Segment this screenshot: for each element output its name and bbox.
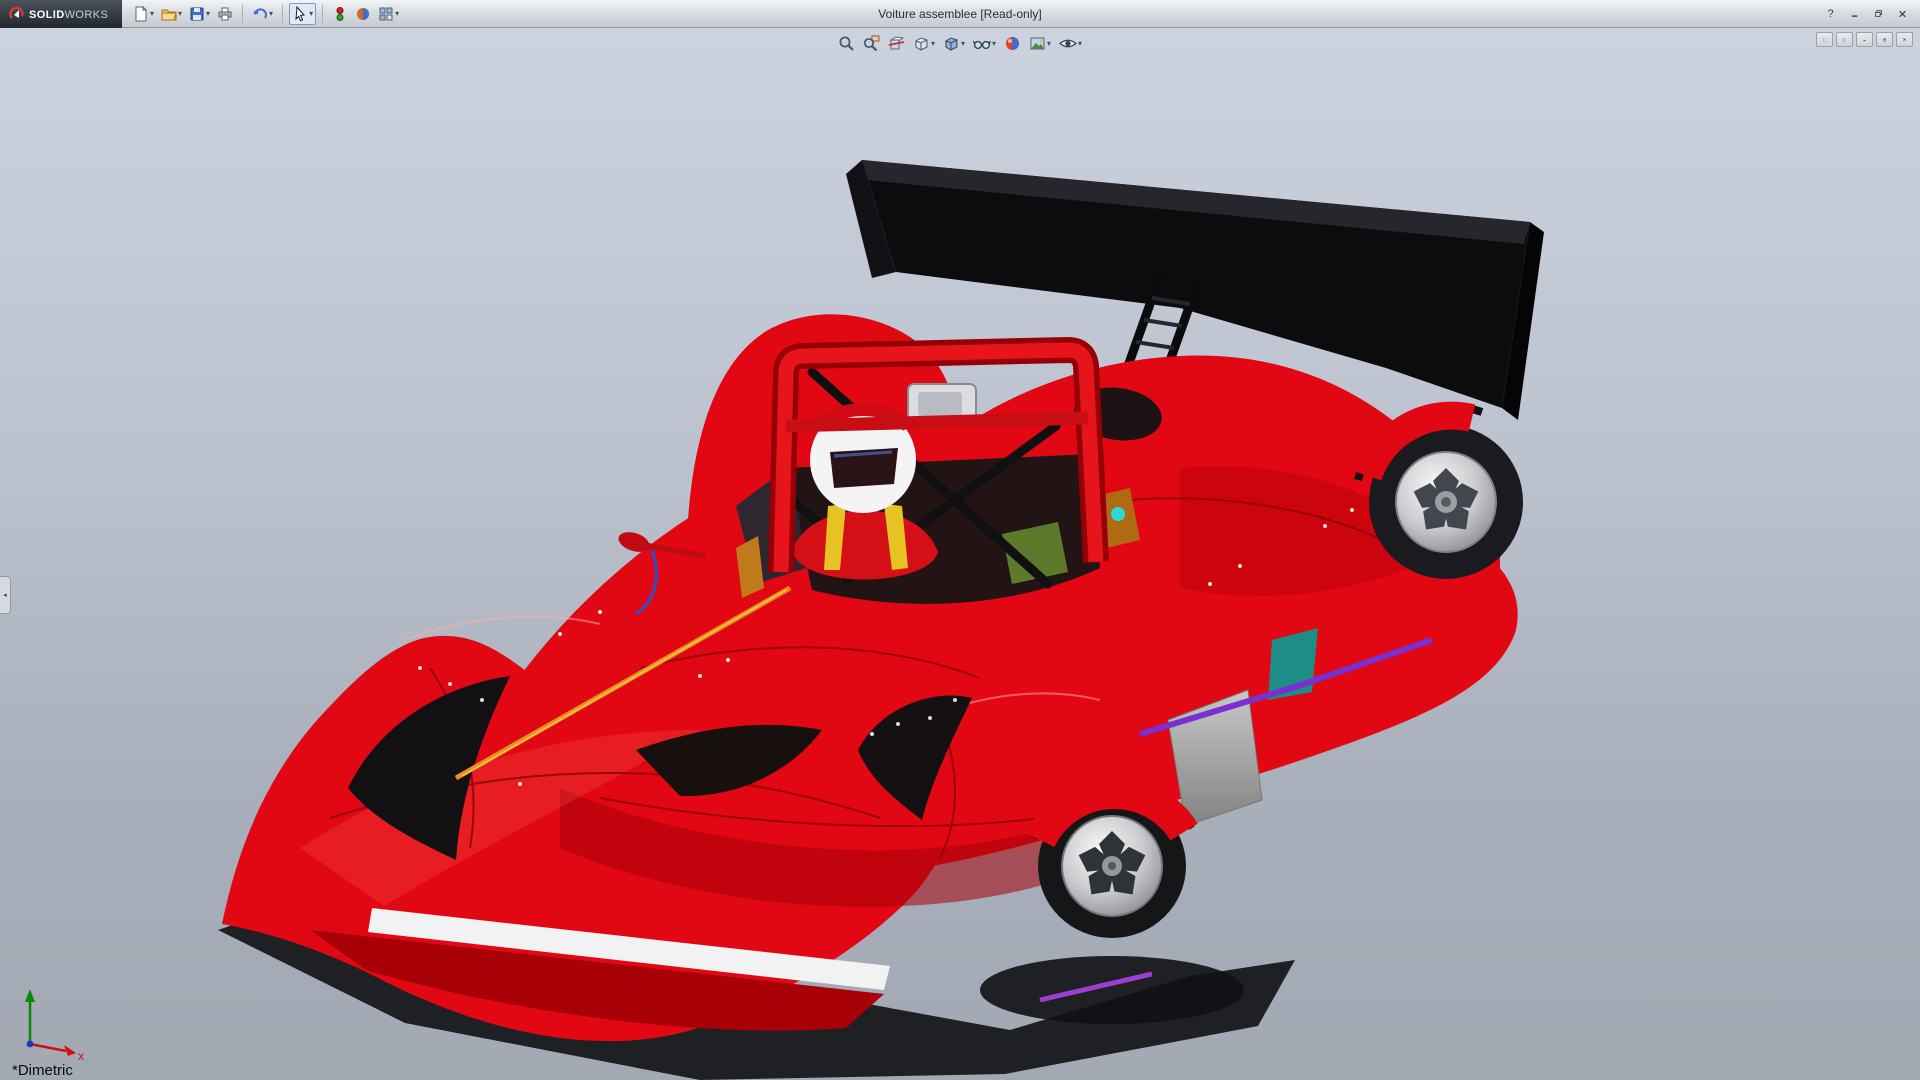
ds-logo-icon — [9, 6, 24, 21]
rear-left-wheel[interactable] — [1034, 786, 1192, 938]
section-view-button[interactable] — [885, 33, 908, 54]
grid-options-icon — [378, 6, 394, 22]
zoom-to-fit-button[interactable] — [835, 33, 858, 54]
brand-bold: SOLID — [29, 9, 65, 21]
restore-icon — [1875, 8, 1882, 19]
display-style-icon — [943, 35, 960, 52]
doc-icon-button-1[interactable] — [1816, 32, 1833, 47]
hide-show-items-button[interactable]: ▾ — [970, 33, 999, 54]
y-axis-arrow — [25, 989, 35, 1002]
title-bar: SOLIDWORKS ▾ ▾ ▾ — [0, 0, 1920, 28]
coordinate-triad: x — [16, 984, 94, 1064]
car-model-view[interactable] — [0, 28, 1920, 1080]
cyan-detail — [1111, 507, 1125, 521]
appearance-sphere-icon — [1004, 35, 1021, 52]
new-document-icon — [133, 6, 149, 22]
window-controls: ? — [1821, 5, 1920, 22]
rebuild-button[interactable] — [329, 3, 351, 25]
restore-button[interactable] — [1869, 5, 1888, 22]
main-toolbar: ▾ ▾ ▾ — [130, 3, 402, 25]
scene-icon — [1029, 35, 1046, 52]
select-cursor-icon — [292, 6, 308, 22]
view-cube-icon — [913, 35, 930, 52]
doc-minimize-button[interactable] — [1856, 32, 1873, 47]
document-icon — [1823, 35, 1826, 45]
undo-button[interactable]: ▾ — [249, 3, 276, 25]
print-icon — [217, 6, 233, 22]
glasses-icon — [973, 35, 991, 52]
apply-scene-button[interactable]: ▾ — [1026, 33, 1054, 54]
open-folder-icon — [161, 6, 177, 22]
section-view-icon — [888, 35, 905, 52]
rebuild-icon — [332, 6, 348, 22]
edit-appearance-button[interactable] — [1001, 33, 1024, 54]
minimize-button[interactable] — [1845, 5, 1864, 22]
select-tool-button[interactable]: ▾ — [289, 3, 316, 25]
toolbar-separator — [322, 5, 323, 23]
doc-minimize-icon — [1863, 35, 1866, 44]
options-button[interactable]: ▾ — [375, 3, 402, 25]
doc-close-icon — [1903, 35, 1906, 44]
zoom-to-area-button[interactable] — [860, 33, 883, 54]
orientation-label: *Dimetric — [12, 1062, 73, 1079]
doc-close-button[interactable] — [1896, 32, 1913, 47]
undo-icon — [252, 6, 268, 22]
toolbar-separator — [282, 5, 283, 23]
graphics-area[interactable]: ▾ ▾ ▾ — [0, 28, 1920, 1080]
view-orientation-button[interactable]: ▾ — [910, 33, 938, 54]
save-button[interactable]: ▾ — [186, 3, 213, 25]
window-title: Voiture assemblee [Read-only] — [878, 7, 1041, 21]
display-style-button[interactable]: ▾ — [940, 33, 968, 54]
solidworks-window: SOLIDWORKS ▾ ▾ ▾ — [0, 0, 1920, 1080]
x-axis-label: x — [78, 1049, 84, 1063]
document-icon — [1843, 35, 1846, 45]
close-button[interactable] — [1893, 5, 1912, 22]
close-icon — [1899, 9, 1906, 19]
doc-restore-icon — [1883, 35, 1886, 45]
zoom-to-fit-icon — [838, 35, 855, 52]
save-icon — [189, 6, 205, 22]
appearance-tool-button[interactable] — [352, 3, 374, 25]
eye-icon — [1059, 35, 1077, 52]
minimize-icon — [1851, 9, 1858, 19]
brand-light: WORKS — [65, 9, 109, 21]
solidworks-logo: SOLIDWORKS — [0, 0, 122, 28]
heads-up-toolbar: ▾ ▾ ▾ — [835, 33, 1085, 54]
zoom-to-area-icon — [863, 35, 880, 52]
document-window-controls — [1816, 32, 1913, 47]
new-document-button[interactable]: ▾ — [130, 3, 157, 25]
featuremanager-collapsed-tab[interactable]: ◂ — [0, 576, 11, 614]
toolbar-separator — [242, 5, 243, 23]
doc-restore-button[interactable] — [1876, 32, 1893, 47]
doc-icon-button-2[interactable] — [1836, 32, 1853, 47]
help-button[interactable]: ? — [1821, 5, 1840, 22]
z-axis-dot — [27, 1041, 34, 1048]
view-settings-button[interactable]: ▾ — [1056, 33, 1085, 54]
print-button[interactable] — [214, 3, 236, 25]
open-button[interactable]: ▾ — [158, 3, 185, 25]
appearance-ball-icon — [355, 6, 371, 22]
